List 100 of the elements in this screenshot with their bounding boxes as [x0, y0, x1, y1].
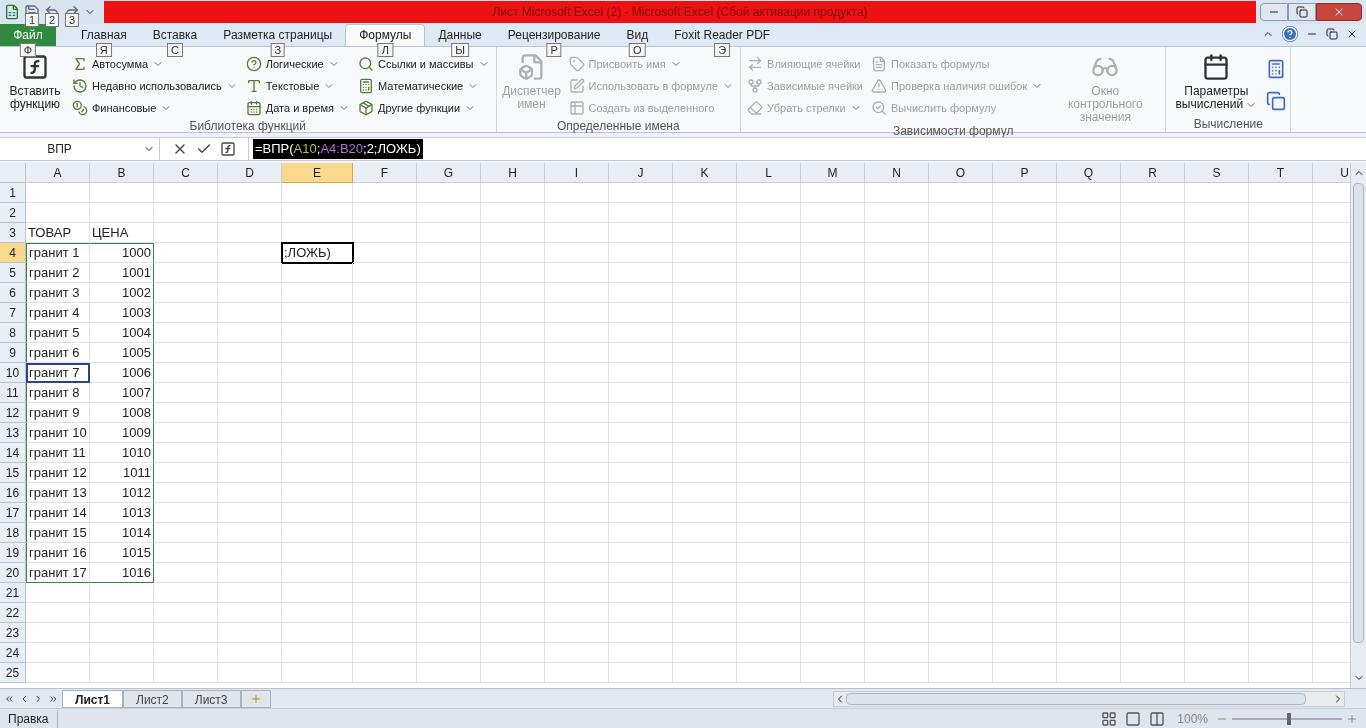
- row-header[interactable]: 19: [0, 543, 26, 563]
- row-header[interactable]: 14: [0, 443, 26, 463]
- column-header[interactable]: M: [801, 163, 865, 183]
- coins-icon: [72, 100, 88, 116]
- column-header[interactable]: D: [218, 163, 282, 183]
- row-header[interactable]: 5: [0, 263, 26, 283]
- table-icon: [568, 100, 585, 116]
- arrows-icon: [747, 56, 764, 72]
- table-cell: 1011: [90, 463, 154, 483]
- column-header[interactable]: K: [673, 163, 737, 183]
- ribbon-button[interactable]: Недавно использовались: [70, 75, 240, 97]
- table-cell: гранит 15: [26, 523, 90, 543]
- zoom-slider[interactable]: [1232, 712, 1342, 725]
- table-cell: 1008: [90, 403, 154, 423]
- name-box[interactable]: ВПР: [0, 138, 160, 160]
- column-header[interactable]: J: [609, 163, 673, 183]
- row-header[interactable]: 10: [0, 363, 26, 383]
- row-header[interactable]: 1: [0, 183, 26, 203]
- ribbon-button[interactable]: Другие функции: [355, 97, 492, 119]
- row-header[interactable]: 20: [0, 563, 26, 583]
- restore-button[interactable]: [1288, 3, 1316, 21]
- column-header[interactable]: S: [1185, 163, 1249, 183]
- row-header[interactable]: 22: [0, 603, 26, 623]
- formula-field[interactable]: =ВПР(A10;A4:B20;2;ЛОЖЬ): [253, 139, 423, 159]
- ribbon-tab[interactable]: Рецензирование: [494, 24, 614, 46]
- ribbon-tab[interactable]: Вставка: [139, 24, 211, 46]
- table-cell: 1002: [90, 283, 154, 303]
- row-header[interactable]: 17: [0, 503, 26, 523]
- active-cell: ;ЛОЖЬ): [282, 243, 353, 263]
- row-header[interactable]: 16: [0, 483, 26, 503]
- page-break-icon[interactable]: [1149, 710, 1166, 727]
- close-icon[interactable]: [1346, 28, 1358, 40]
- sheet-tab[interactable]: Лист3: [181, 689, 241, 708]
- row-header[interactable]: 23: [0, 623, 26, 643]
- table-cell: гранит 13: [26, 483, 90, 503]
- column-header[interactable]: B: [90, 163, 154, 183]
- row-header[interactable]: 3: [0, 223, 26, 243]
- column-header[interactable]: F: [353, 163, 417, 183]
- row-header[interactable]: 11: [0, 383, 26, 403]
- file-tab[interactable]: Файл: [0, 24, 56, 46]
- column-header[interactable]: A: [26, 163, 90, 183]
- row-header[interactable]: 25: [0, 663, 26, 683]
- restore-icon[interactable]: [1326, 28, 1338, 40]
- minimize-button[interactable]: [1260, 3, 1288, 21]
- row-header[interactable]: 8: [0, 323, 26, 343]
- table-cell: ТОВАР: [26, 223, 90, 243]
- column-header[interactable]: U: [1313, 163, 1350, 183]
- close-button[interactable]: [1316, 3, 1362, 21]
- magnifier-icon: [871, 100, 887, 116]
- row-header[interactable]: 7: [0, 303, 26, 323]
- row-header[interactable]: 24: [0, 643, 26, 663]
- horizontal-scrollbar[interactable]: [833, 690, 1345, 707]
- table-cell: 1016: [90, 563, 154, 583]
- row-header[interactable]: 18: [0, 523, 26, 543]
- ribbon-button[interactable]: Финансовые: [70, 97, 240, 119]
- ribbon-tab[interactable]: Главная: [68, 24, 140, 46]
- row-header[interactable]: 4: [0, 243, 26, 263]
- row-header[interactable]: 6: [0, 283, 26, 303]
- sheets-icon[interactable]: [1266, 91, 1287, 111]
- group-label: Библиотека функций: [188, 119, 307, 133]
- row-header[interactable]: 21: [0, 583, 26, 603]
- ribbon-tab[interactable]: Foxit Reader PDF: [661, 24, 784, 46]
- row-header[interactable]: 12: [0, 403, 26, 423]
- ribbon-large-button[interactable]: Параметры вычислений: [1170, 53, 1263, 111]
- table-cell: 1013: [90, 503, 154, 523]
- ribbon-button[interactable]: Математические: [355, 75, 492, 97]
- row-header[interactable]: 9: [0, 343, 26, 363]
- keytip-tooltip: З: [270, 43, 286, 57]
- column-header[interactable]: R: [1121, 163, 1185, 183]
- column-header[interactable]: I: [545, 163, 609, 183]
- normal-view-icon[interactable]: [1101, 710, 1118, 727]
- ribbon-tab[interactable]: Вид: [613, 24, 662, 46]
- row-header[interactable]: 15: [0, 463, 26, 483]
- ribbon-tab[interactable]: Данные: [425, 24, 495, 46]
- sheet-tab[interactable]: Лист1: [62, 689, 124, 708]
- ribbon-button[interactable]: Дата и время: [243, 97, 352, 119]
- column-header[interactable]: H: [481, 163, 545, 183]
- row-header[interactable]: 13: [0, 423, 26, 443]
- ribbon-tab[interactable]: Разметка страницы: [210, 24, 346, 46]
- column-header[interactable]: T: [1249, 163, 1313, 183]
- vertical-scrollbar[interactable]: [1350, 163, 1366, 688]
- sheet-tab[interactable]: Лист2: [123, 689, 182, 708]
- table-cell: гранит 8: [26, 383, 90, 403]
- table-cell: 1015: [90, 543, 154, 563]
- column-header[interactable]: L: [737, 163, 801, 183]
- page-layout-icon[interactable]: [1125, 710, 1142, 727]
- zoom-in-icon[interactable]: [1346, 712, 1358, 725]
- help-icon[interactable]: [1282, 26, 1298, 42]
- column-header[interactable]: C: [154, 163, 218, 183]
- table-cell: гранит 9: [26, 403, 90, 423]
- insert-function-icon[interactable]: [220, 141, 236, 157]
- column-header[interactable]: P: [993, 163, 1057, 183]
- column-header[interactable]: G: [417, 163, 481, 183]
- column-header[interactable]: O: [929, 163, 993, 183]
- ribbon-button[interactable]: Текстовые: [243, 75, 352, 97]
- column-header[interactable]: N: [865, 163, 929, 183]
- column-header[interactable]: E: [282, 163, 353, 183]
- row-header[interactable]: 2: [0, 203, 26, 223]
- column-header[interactable]: Q: [1057, 163, 1121, 183]
- table-cell: 1010: [90, 443, 154, 463]
